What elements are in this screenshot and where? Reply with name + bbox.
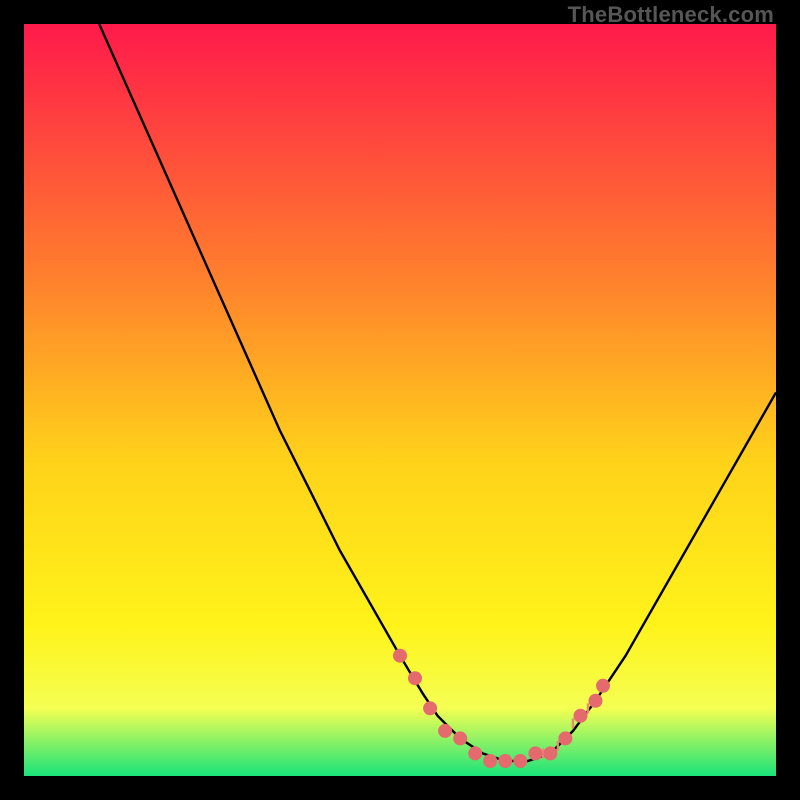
highlight-marker (528, 746, 542, 760)
highlight-marker (408, 671, 422, 685)
highlight-marker (393, 649, 407, 663)
bottleneck-chart-svg (24, 24, 776, 776)
highlight-marker (498, 754, 512, 768)
highlight-marker (513, 754, 527, 768)
highlight-marker (438, 724, 452, 738)
highlight-marker (423, 701, 437, 715)
highlight-marker (543, 746, 557, 760)
highlight-marker (596, 679, 610, 693)
highlight-marker (589, 694, 603, 708)
chart-frame (24, 24, 776, 776)
highlight-marker (574, 709, 588, 723)
chart-background-gradient (24, 24, 776, 776)
highlight-marker (483, 754, 497, 768)
highlight-marker (558, 731, 572, 745)
highlight-marker (468, 746, 482, 760)
watermark-label: TheBottleneck.com (568, 2, 774, 28)
highlight-marker (453, 731, 467, 745)
